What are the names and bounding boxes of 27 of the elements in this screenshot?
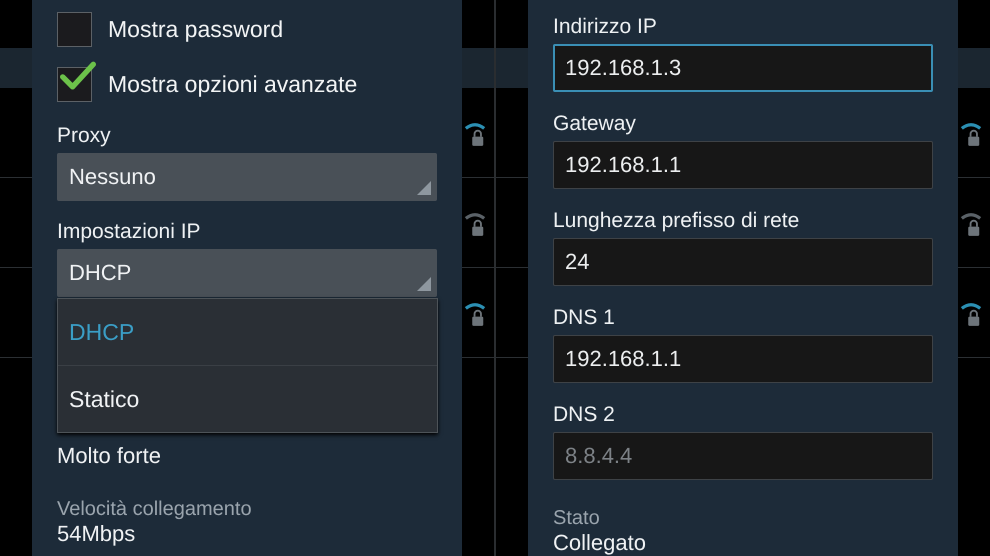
info-value: Molto forte — [57, 443, 162, 469]
checkbox[interactable] — [57, 12, 92, 47]
info-value: Collegato — [553, 530, 647, 556]
checkbox-label: Mostra password — [108, 16, 284, 43]
caret-icon — [417, 181, 431, 195]
dropdown-field[interactable]: DHCP — [57, 249, 437, 297]
caret-icon — [417, 277, 431, 291]
info-label: Stato — [553, 506, 601, 530]
input-field[interactable]: 192.168.1.1 — [553, 141, 933, 189]
dropdown-field[interactable]: Nessuno — [57, 153, 437, 201]
info-value: 54Mbps — [57, 521, 136, 547]
checkmark-icon — [60, 60, 96, 92]
input-field[interactable]: 24 — [553, 238, 933, 286]
menu-option[interactable]: DHCP — [58, 299, 437, 366]
field-label: Gateway — [553, 111, 637, 137]
checkbox-label: Mostra opzioni avanzate — [108, 71, 358, 98]
input-field[interactable]: 192.168.1.3 — [553, 44, 933, 92]
field-label: Proxy — [57, 123, 112, 149]
field-label: Impostazioni IP — [57, 219, 202, 245]
field-label: Indirizzo IP — [553, 14, 658, 40]
input-field[interactable]: 192.168.1.1 — [553, 335, 933, 383]
field-label: Lunghezza prefisso di rete — [553, 208, 800, 234]
menu-option[interactable]: Statico — [58, 366, 437, 432]
info-label: Velocità collegamento — [57, 497, 253, 521]
field-label: DNS 2 — [553, 402, 616, 428]
field-label: DNS 1 — [553, 305, 616, 331]
input-field[interactable]: 8.8.4.4 — [553, 432, 933, 480]
